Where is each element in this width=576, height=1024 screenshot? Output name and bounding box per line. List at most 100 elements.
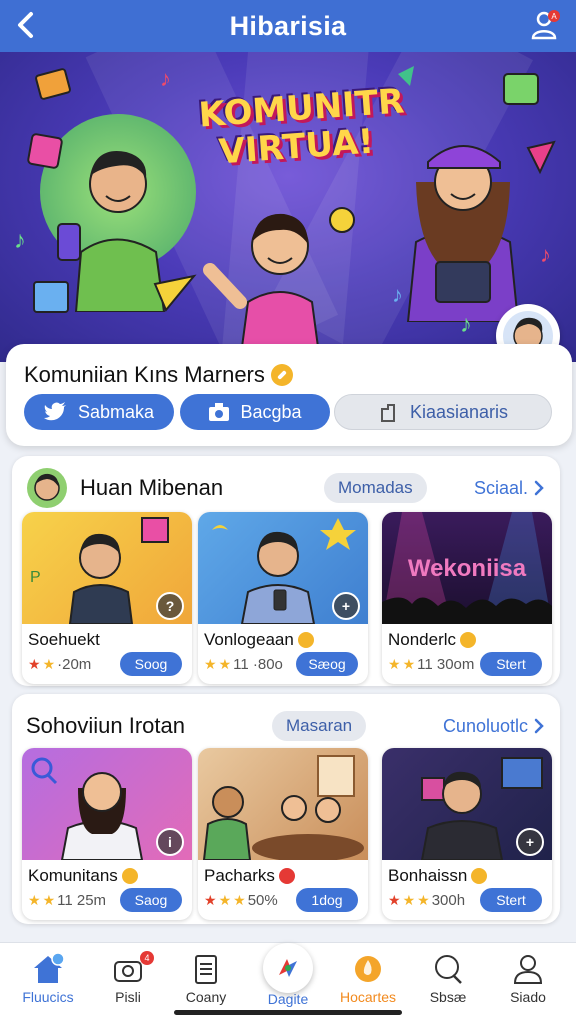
nav-item-clipboard[interactable]: Coany — [168, 953, 244, 1013]
close-badge-icon — [278, 868, 295, 884]
svg-text:♪: ♪ — [540, 242, 551, 267]
tile-rating: ★ ★ 11 ·80o — [204, 656, 283, 673]
tile-action-icon[interactable]: i — [156, 828, 184, 856]
verified-badge-icon — [297, 632, 314, 648]
tile-action-icon[interactable]: + — [516, 828, 544, 856]
nav-label: Siado — [510, 989, 546, 1005]
user-alert-button[interactable]: A — [530, 8, 562, 42]
notification-badge: 4 — [140, 951, 154, 965]
star-icon: ★ — [402, 892, 416, 908]
nav-label: Fluucics — [22, 989, 74, 1005]
section-title: Sohoviiun Irotan — [26, 713, 185, 738]
star-icon: ★ — [402, 656, 416, 672]
tile-rating: ★ ★ ★ 300h — [388, 892, 465, 909]
star-icon: ★ — [417, 892, 430, 908]
tile-rating: ★ ★ ·20m — [28, 656, 91, 673]
filter-chip[interactable]: Momadas — [324, 473, 427, 503]
tile-button[interactable]: Saog — [120, 888, 182, 912]
tile-name: Vonlogeaan — [204, 630, 294, 649]
tile-button[interactable]: Stert — [480, 652, 542, 676]
camera-icon — [209, 403, 230, 421]
community-title-text: Komuniian Kıns Marners — [24, 362, 265, 387]
hero-title: KOMUNITR VIRTUA! — [197, 81, 406, 173]
nav-item-hot[interactable]: Hocartes — [330, 953, 406, 1013]
tile-action-icon[interactable]: ? — [156, 592, 184, 620]
see-more-label: Sciaal. — [473, 477, 528, 498]
nav-item-camera[interactable]: 4 Pisli — [90, 951, 166, 1013]
tile-meta: 300h — [431, 892, 466, 909]
tile-rating: ★ ★ 11 25m — [28, 892, 106, 909]
star-icon: ★ — [28, 656, 41, 672]
tile-meta: ·20m — [57, 656, 92, 673]
clipboard-icon — [195, 955, 217, 984]
svg-text:A: A — [551, 12, 557, 21]
content-tile[interactable]: P ? Soehuekt ★ ★ ·20m Soog — [22, 512, 192, 684]
star-icon: ★ — [42, 656, 56, 672]
star-icon: ★ — [204, 656, 217, 672]
community-button-1[interactable]: Sabmaka — [24, 394, 174, 430]
tile-thumbnail: Wekoniisa — [382, 512, 552, 624]
chevron-left-icon — [18, 12, 33, 38]
nav-item-discover[interactable]: Dagite — [250, 943, 326, 1013]
chevron-right-icon — [534, 480, 544, 496]
content-tile[interactable]: Wekoniisa Nonderlc ★ ★ 11 30om Stert — [382, 512, 552, 684]
nav-label: Sbsæ — [429, 989, 467, 1005]
tile-name: Komunitans — [28, 866, 118, 885]
concert-stage-illustration: Wekoniisa — [382, 512, 552, 624]
section-friends: Huan Mibenan Momadas Sciaal. P ? Soehuek… — [12, 456, 560, 686]
tile-action-icon[interactable]: + — [332, 592, 360, 620]
star-icon: ★ — [233, 892, 246, 908]
tile-rating: ★ ★ 11 30om — [388, 656, 474, 673]
tile-button[interactable]: Soog — [120, 652, 182, 676]
person-icon — [513, 955, 543, 984]
svg-text:♪: ♪ — [14, 227, 26, 254]
community-button-2[interactable]: Bacgba — [180, 394, 330, 430]
discover-center-button[interactable] — [263, 943, 313, 993]
star-icon: ★ — [42, 892, 56, 908]
see-more-link[interactable]: Cunoluotlc — [443, 716, 544, 737]
section-avatar-icon — [27, 468, 67, 508]
tile-name: Nonderlc — [388, 630, 457, 649]
hero-banner: ♪ ♪ ♪ ♪ ♪ KOMUNITR VIRTUA! — [0, 52, 576, 362]
tile-meta: 50% — [247, 892, 278, 909]
nav-item-chat[interactable]: Sbsæ — [410, 953, 486, 1013]
section-organizations: Sohoviiun Irotan Masaran Cunoluotlc i Ko… — [12, 694, 560, 924]
nav-item-profile[interactable]: Siado — [490, 953, 566, 1013]
app-header: Hibarisia A — [0, 0, 576, 52]
community-button-3[interactable]: Kiaasianaris — [334, 394, 552, 430]
back-button[interactable] — [12, 10, 42, 40]
tile-button[interactable]: Sæog — [296, 652, 358, 676]
verified-badge-icon — [471, 868, 488, 884]
user-alert-icon: A — [531, 10, 560, 40]
see-more-link[interactable]: Sciaal. — [474, 478, 544, 499]
home-icon — [34, 953, 65, 983]
community-title: Komuniian Kıns Marners — [24, 362, 293, 388]
content-tile[interactable]: + Vonlogeaan ★ ★ 11 ·80o Sæog — [198, 512, 368, 684]
community-button-1-label: Sabmaka — [77, 401, 155, 422]
content-tile[interactable]: i Komunitans ★ ★ 11 25m Saog — [22, 748, 192, 920]
svg-text:♪: ♪ — [460, 311, 472, 338]
see-more-label: Cunoluotlc — [442, 715, 528, 736]
star-icon: ★ — [388, 656, 401, 672]
flame-icon — [355, 956, 381, 982]
tile-rating: ★ ★ ★ 50% — [204, 892, 278, 909]
star-icon: ★ — [28, 892, 41, 908]
content-tile[interactable]: Pacharks ★ ★ ★ 50% 1dog — [198, 748, 368, 920]
star-icon: ★ — [388, 892, 401, 908]
tile-button[interactable]: Stert — [480, 888, 542, 912]
filter-chip[interactable]: Masaran — [272, 711, 367, 741]
tile-name: Bonhaissn — [388, 866, 468, 885]
community-button-2-label: Bacgba — [240, 401, 302, 422]
home-indicator — [174, 1010, 402, 1015]
stage-sign-text: Wekoniisa — [408, 555, 527, 582]
section-title: Huan Mibenan — [80, 475, 224, 500]
nav-label: Hocartes — [339, 989, 397, 1005]
tile-button[interactable]: 1dog — [296, 888, 358, 912]
verified-badge-icon — [270, 364, 293, 386]
page-title: Hibarisia — [229, 10, 347, 41]
nav-item-home[interactable]: Fluucics — [10, 953, 86, 1013]
tile-meta: 11 30om — [417, 656, 475, 673]
tile-meta: 11 ·80o — [233, 656, 283, 673]
tile-thumbnail — [198, 748, 368, 860]
content-tile[interactable]: + Bonhaissn ★ ★ ★ 300h Stert — [382, 748, 552, 920]
